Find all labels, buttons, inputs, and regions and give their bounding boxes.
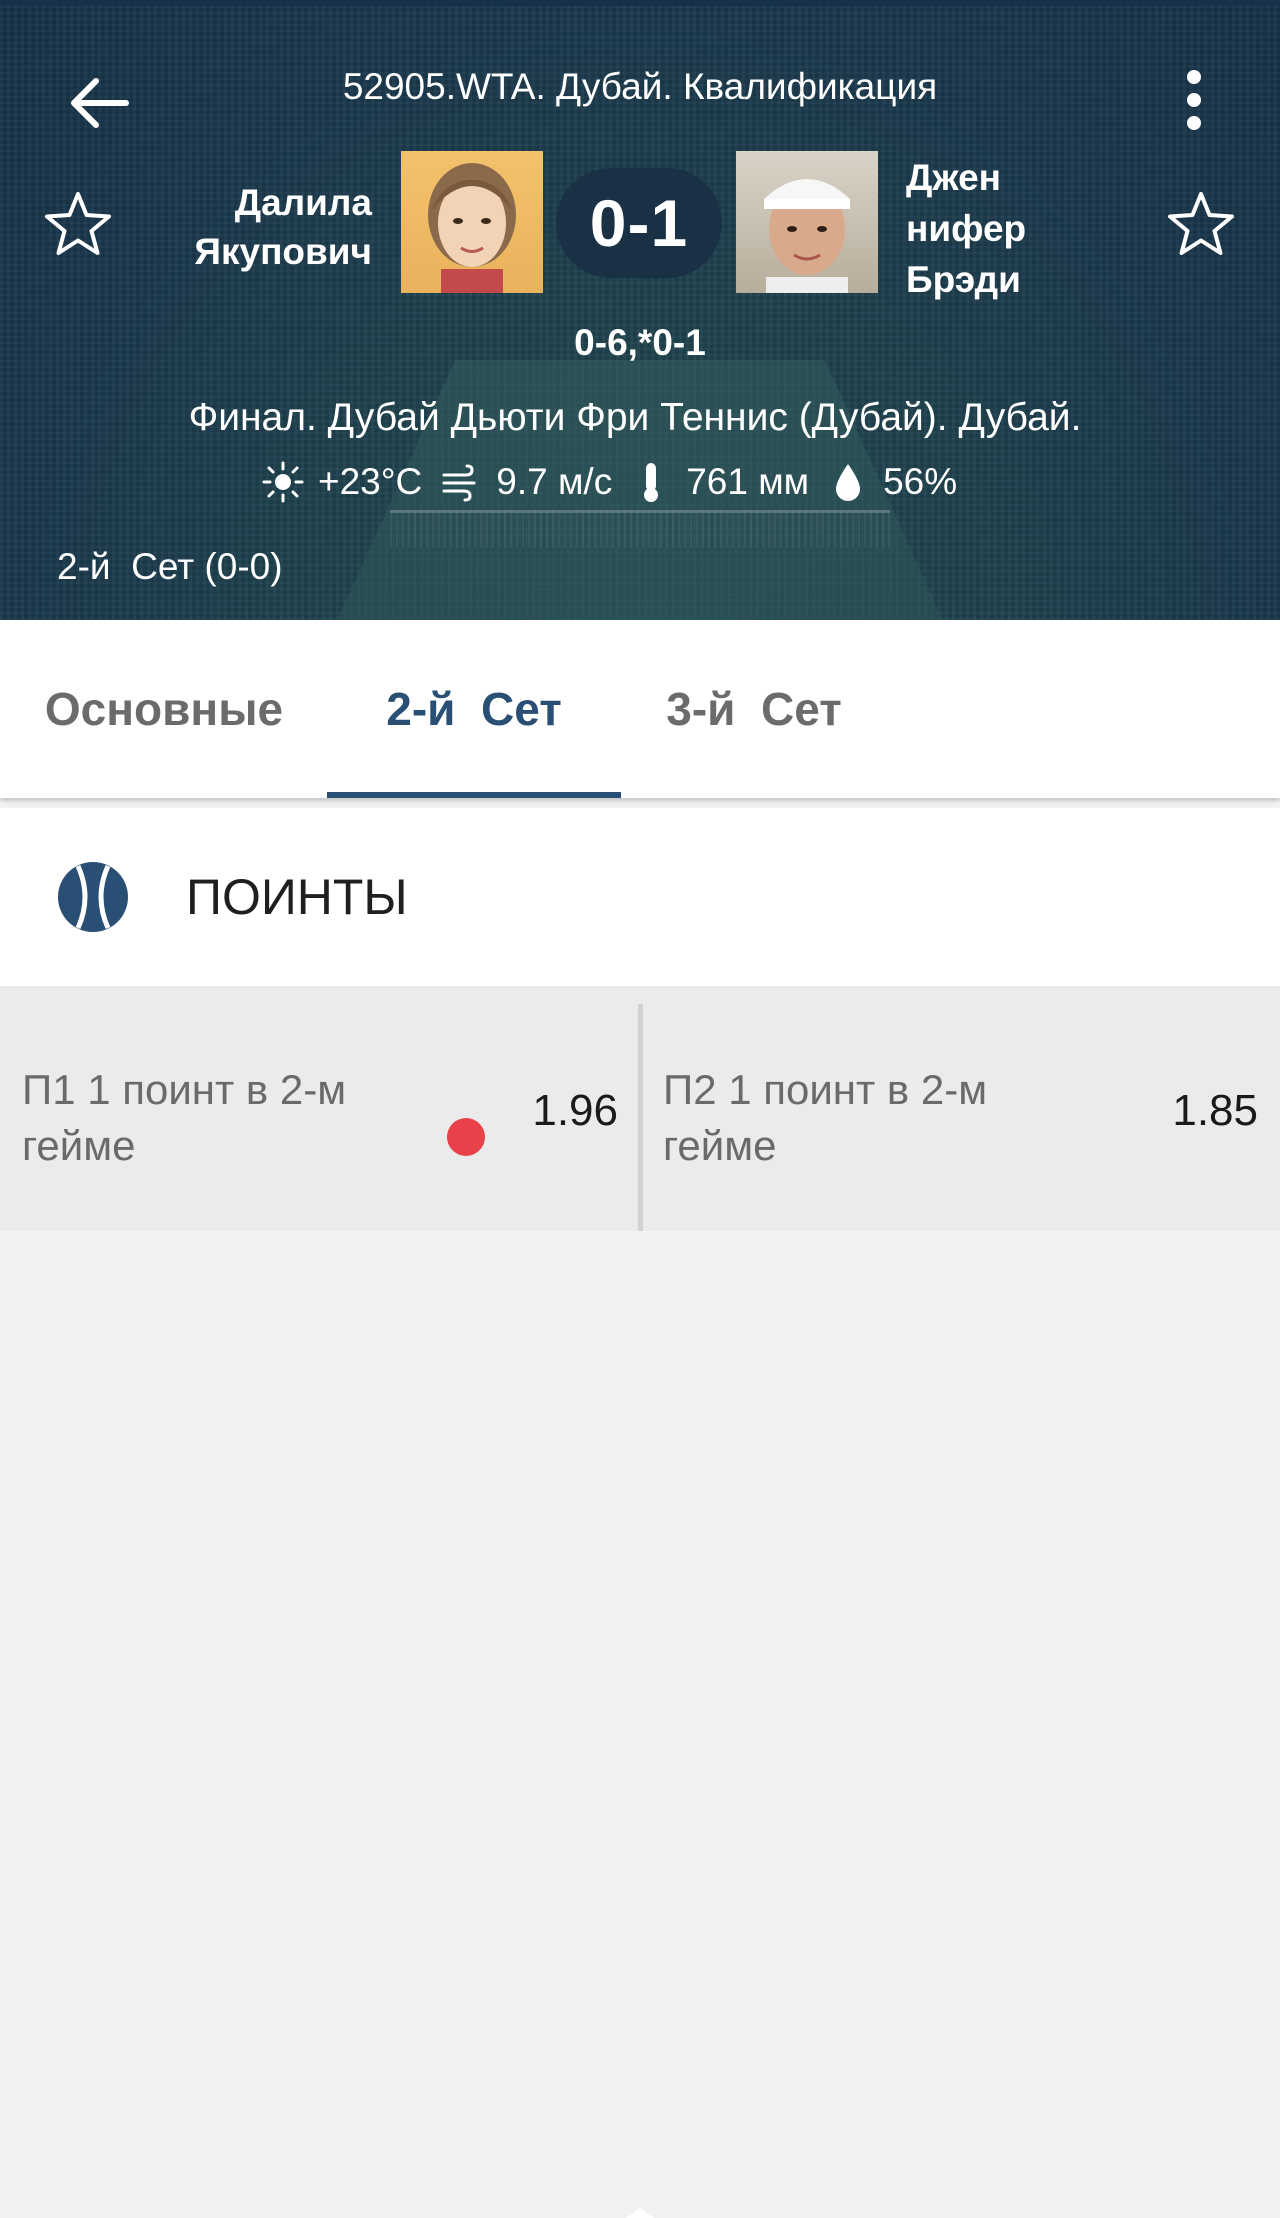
bet-label: П2 1 поинт в 2-м гейме (663, 1066, 988, 1169)
sets-score: 0-6,*0-1 (574, 322, 706, 363)
tab-bar: Основные 2-й Сет 3-й Сет (0, 620, 1280, 798)
match-score: 0-1 (556, 168, 722, 278)
bet-label: П1 1 поинт в 2-м гейме (22, 1066, 347, 1169)
active-tab-indicator (327, 792, 621, 798)
player2-name-line2: нифер (906, 208, 1027, 249)
sun-icon (262, 461, 304, 503)
bet-row: П1 1 поинт в 2-м гейме 1.96 П2 1 поинт в… (0, 986, 1280, 2218)
more-vert-icon[interactable] (1170, 66, 1218, 138)
bet-odds: 1.85 (1172, 1086, 1258, 1135)
status-strip (0, 0, 1280, 6)
thermometer-icon (644, 463, 659, 502)
player2-name-line3: Брэди (906, 259, 1021, 300)
current-set-status: 2-й Сет (0-0) (57, 546, 283, 587)
tab-set-2[interactable]: 2-й Сет (327, 620, 621, 798)
match-title: 52905.WTA. Дубай. Квалификация (342, 66, 938, 107)
tab-main[interactable]: Основные (22, 620, 306, 798)
wind-icon (442, 464, 476, 502)
player1-avatar (401, 151, 543, 293)
player2-name: Джен нифер Брэди (906, 152, 1106, 305)
favorite-player2-star-icon[interactable] (1165, 188, 1237, 260)
player1-first-name: Далила (234, 182, 372, 223)
player2-name-line1: Джен (906, 157, 1002, 198)
match-header: 52905.WTA. Дубай. Квалификация Далила Як… (0, 0, 1280, 620)
bet-odds: 1.96 (532, 1086, 618, 1135)
row-notch (626, 2208, 654, 2218)
tournament-name: Финал. Дубай Дьюти Фри Теннис (Дубай). Д… (188, 396, 1082, 439)
section-title: ПОИНТЫ (186, 869, 408, 925)
bet-cell-p1[interactable]: П1 1 поинт в 2-м гейме 1.96 (0, 986, 638, 1231)
player2-avatar (736, 151, 878, 293)
bet-cell-p2[interactable]: П2 1 поинт в 2-м гейме 1.85 (643, 986, 1280, 1231)
humidity-drop-icon (836, 464, 861, 501)
player1-last-name: Якупович (194, 231, 372, 272)
pressure-value: 761 мм (686, 461, 810, 502)
tab-set-3[interactable]: 3-й Сет (640, 620, 868, 798)
favorite-player1-star-icon[interactable] (42, 188, 114, 260)
temperature-value: +23°C (318, 461, 423, 502)
weather-bar: +23°C 9.7 м/с 761 мм 56% (262, 458, 957, 506)
player1-name: Далила Якупович (150, 178, 372, 276)
humidity-value: 56% (883, 461, 958, 502)
live-indicator-dot (447, 1118, 485, 1156)
section-header-points[interactable]: ПОИНТЫ (0, 808, 1280, 986)
tennis-ball-icon (58, 862, 128, 932)
wind-value: 9.7 м/с (496, 461, 613, 502)
